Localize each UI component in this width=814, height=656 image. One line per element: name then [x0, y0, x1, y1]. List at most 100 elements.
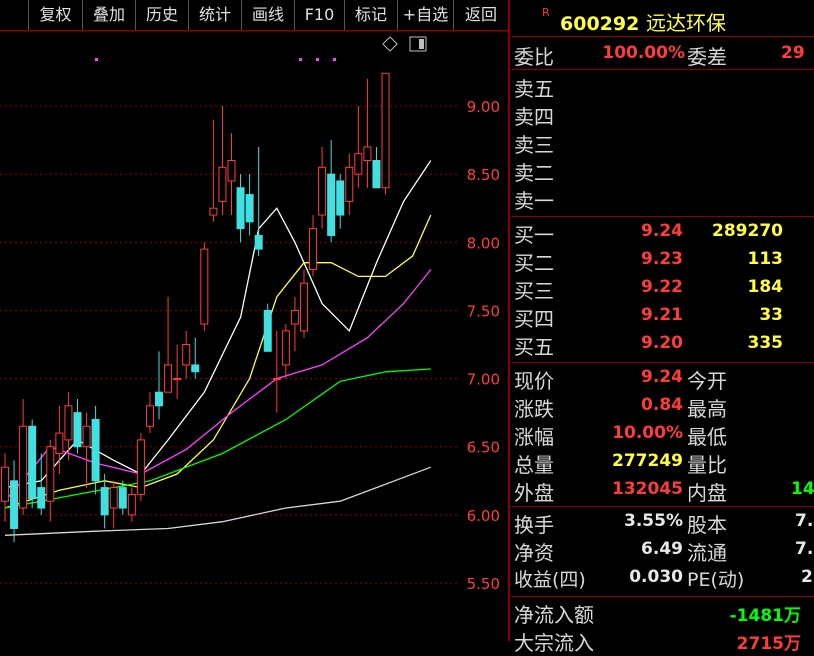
candle — [91, 405, 100, 495]
weicha-label: 委差 — [687, 45, 727, 69]
toolbar-leading-slot — [0, 0, 29, 30]
kline-chart[interactable]: 9.00 8.50 8.00 7.50 7.00 6.50 6.00 5.50 — [0, 30, 508, 641]
buy5-label: 买五 — [514, 335, 554, 359]
candle-body — [372, 160, 381, 189]
high-label: 最高 — [687, 397, 727, 421]
change-value: 0.84 — [641, 395, 683, 415]
candle — [299, 269, 308, 338]
candle-body — [182, 344, 191, 366]
add-favorite-button[interactable]: +自选 — [398, 0, 454, 30]
inner-label: 内盘 — [687, 481, 727, 505]
candle-body — [28, 425, 37, 500]
candle-body — [381, 72, 390, 189]
candle — [345, 153, 354, 216]
kline-chart-svg[interactable]: 9.00 8.50 8.00 7.50 7.00 6.50 6.00 5.50 — [0, 30, 508, 641]
overlay-button[interactable]: 叠加 — [83, 0, 136, 30]
marker-dot — [299, 58, 302, 61]
draw-line-button[interactable]: 画线 — [242, 0, 295, 30]
ma-line-ma120 — [4, 466, 432, 536]
candle-body — [309, 228, 318, 271]
candle-body — [127, 493, 136, 516]
price-tick-label: 7.00 — [467, 371, 500, 389]
stock-code: 600292 — [560, 13, 640, 35]
candle-body — [64, 405, 73, 441]
buy4-price: 9.21 — [641, 305, 683, 325]
candle — [263, 303, 272, 352]
separator — [511, 596, 814, 597]
candle — [64, 392, 73, 461]
candle — [372, 146, 381, 189]
diamond-icon[interactable] — [382, 36, 398, 52]
candle-body — [164, 364, 173, 393]
candle-body — [1, 466, 9, 502]
candle-body — [109, 487, 118, 509]
candle — [309, 215, 318, 277]
mark-button[interactable]: 标记 — [345, 0, 398, 30]
price-tick-label: 8.50 — [467, 166, 500, 184]
candle-body — [327, 173, 336, 236]
candle-body — [354, 153, 363, 175]
candle-body — [345, 166, 354, 202]
candle — [363, 78, 372, 188]
buy3-price: 9.22 — [641, 277, 683, 297]
marker-dot — [316, 58, 319, 61]
open-label: 今开 — [687, 369, 727, 393]
buy2-volume: 113 — [747, 249, 784, 269]
candle-body — [290, 309, 299, 325]
candle-body — [299, 282, 308, 332]
candle — [46, 439, 55, 522]
price-tick-label: 9.00 — [467, 98, 500, 116]
separator — [511, 36, 814, 37]
candle-body — [336, 180, 345, 216]
candle-body — [155, 391, 164, 407]
sell5-label: 卖五 — [514, 77, 554, 101]
back-button[interactable]: 返回 — [454, 0, 508, 30]
candle-body — [227, 160, 236, 182]
change-pct-value: 10.00% — [612, 423, 683, 443]
candle-body — [82, 425, 91, 448]
restore-rights-button[interactable]: 复权 — [29, 0, 83, 30]
net-assets-value: 6.49 — [641, 539, 683, 559]
candle-body — [254, 234, 263, 250]
candle — [272, 330, 281, 413]
candle — [82, 412, 91, 488]
share-capital-value: 7. — [795, 511, 814, 531]
candle — [227, 133, 236, 216]
candle-body — [37, 487, 46, 509]
weicha-value: 29 — [781, 43, 805, 63]
panel-toggle-icon[interactable] — [409, 36, 427, 52]
net-inflow-value: -1481万 — [729, 606, 801, 626]
price-label: 现价 — [514, 369, 554, 393]
pe-label: PE(动) — [687, 569, 745, 591]
price-tick-label: 7.50 — [467, 302, 500, 320]
history-button[interactable]: 历史 — [136, 0, 189, 30]
price-tick-label: 5.50 — [467, 575, 500, 593]
turnover-value: 3.55% — [624, 511, 683, 531]
price-tick-label: 6.50 — [467, 439, 500, 457]
candle — [109, 480, 118, 529]
low-label: 最低 — [687, 425, 727, 449]
buy1-volume: 289270 — [712, 221, 783, 241]
float-label: 流通 — [687, 541, 727, 565]
candle-body — [10, 480, 19, 529]
stock-name: 远达环保 — [645, 11, 726, 35]
candle — [127, 487, 136, 522]
sell3-label: 卖三 — [514, 133, 554, 157]
candle-body — [218, 166, 227, 202]
net-assets-label: 净资 — [514, 541, 554, 565]
f10-button[interactable]: F10 — [295, 0, 345, 30]
ma-line-ma20 — [4, 269, 432, 502]
statistics-button[interactable]: 统计 — [189, 0, 242, 30]
buy2-price: 9.23 — [641, 249, 683, 269]
sell2-label: 卖二 — [514, 161, 554, 185]
candle-body — [363, 146, 372, 162]
candle-body — [236, 187, 245, 230]
candle — [318, 146, 327, 229]
inner-value: 14 — [791, 479, 814, 499]
candle-body — [55, 432, 64, 455]
price-value: 9.24 — [641, 367, 683, 387]
separator — [511, 216, 814, 217]
candle-body — [272, 378, 281, 381]
candle-body — [191, 364, 200, 373]
candle — [182, 330, 191, 379]
